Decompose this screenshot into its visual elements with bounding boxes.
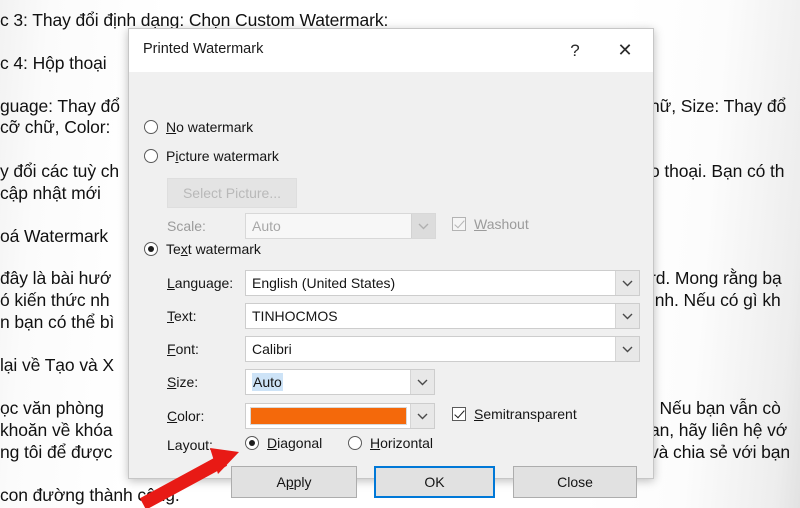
- radio-layout-diagonal-label: Diagonal: [267, 435, 323, 451]
- document-text-line: con đường thành công.: [0, 485, 180, 505]
- radio-layout-diagonal[interactable]: Diagonal: [245, 435, 322, 451]
- font-value[interactable]: Calibri: [246, 337, 615, 361]
- radio-layout-horizontal-mark: [348, 436, 362, 450]
- document-text-line: cỡ chữ, Color:: [0, 117, 111, 137]
- document-text-line: c 4: Hộp thoại: [0, 53, 107, 73]
- document-text-line: an, hãy liên hệ vớ: [650, 420, 788, 440]
- close-icon[interactable]: ✕: [603, 29, 647, 72]
- document-text-line: hữ, Size: Thay đổ: [650, 96, 787, 116]
- document-text-line: ình. Nếu có gì kh: [650, 290, 781, 310]
- chevron-down-icon[interactable]: [615, 304, 639, 328]
- size-value[interactable]: Auto: [246, 370, 410, 394]
- radio-text-watermark-mark: [144, 242, 158, 256]
- text-label: Text:: [167, 308, 197, 324]
- language-combobox[interactable]: English (United States): [245, 270, 640, 296]
- document-text-line: đây là bài hướ: [0, 268, 112, 288]
- radio-no-watermark[interactable]: No watermark: [144, 119, 253, 135]
- scale-combobox: Auto: [245, 213, 436, 239]
- radio-layout-diagonal-mark: [245, 436, 259, 450]
- text-combobox[interactable]: TINHOCMOS: [245, 303, 640, 329]
- document-text-line: rd. Mong rằng bạ: [650, 268, 782, 288]
- document-text-line: ó kiến thức nh: [0, 290, 110, 310]
- document-text-line: . Nếu bạn vẫn cò: [650, 398, 781, 418]
- semitransparent-check-mark: [452, 407, 466, 421]
- dialog-title: Printed Watermark: [143, 41, 264, 57]
- washout-check-mark: [452, 217, 466, 231]
- document-text-line: ng tôi để được: [0, 442, 113, 462]
- document-text-line: và chia sẻ với bạn: [650, 442, 791, 462]
- document-text-line: y đổi các tuỳ ch: [0, 161, 120, 181]
- document-text-line: ọc văn phòng: [0, 398, 104, 418]
- washout-label: Washout: [474, 216, 529, 232]
- radio-no-watermark-mark: [144, 120, 158, 134]
- color-swatch: [250, 407, 407, 425]
- document-text-line: o thoại. Bạn có th: [650, 161, 785, 181]
- radio-picture-watermark[interactable]: Picture watermark: [144, 148, 279, 164]
- close-button-bottom[interactable]: Close: [513, 466, 637, 498]
- color-combobox[interactable]: [245, 403, 435, 429]
- washout-checkbox: Washout: [452, 216, 529, 232]
- chevron-down-icon: [411, 214, 435, 238]
- chevron-down-icon[interactable]: [615, 271, 639, 295]
- radio-layout-horizontal[interactable]: Horizontal: [348, 435, 433, 451]
- radio-picture-watermark-label: Picture watermark: [166, 148, 279, 164]
- document-text-line: cập nhật mới: [0, 183, 101, 203]
- document-text-line: lại về Tạo và X: [0, 355, 114, 375]
- scale-value: Auto: [252, 218, 281, 234]
- language-value: English (United States): [252, 275, 396, 291]
- document-text-line: n bạn có thể bì: [0, 312, 115, 332]
- semitransparent-checkbox[interactable]: Semitransparent: [452, 406, 577, 422]
- chevron-down-icon[interactable]: [410, 404, 434, 428]
- select-picture-button: Select Picture...: [167, 178, 297, 208]
- document-text-line: oá Watermark: [0, 226, 109, 246]
- radio-layout-horizontal-label: Horizontal: [370, 435, 434, 451]
- scale-label: Scale:: [167, 218, 206, 234]
- ok-button[interactable]: OK: [374, 466, 495, 498]
- language-label: Language:: [167, 275, 234, 291]
- semitransparent-label: Semitransparent: [474, 406, 577, 422]
- chevron-down-icon[interactable]: [410, 370, 434, 394]
- dialog-titlebar: Printed Watermark ? ✕: [129, 29, 653, 73]
- document-text-line: guage: Thay đổ: [0, 96, 120, 116]
- dialog-body: No watermark Picture watermark Select Pi…: [129, 73, 653, 498]
- radio-text-watermark[interactable]: Text watermark: [144, 241, 261, 257]
- help-icon[interactable]: ?: [553, 29, 597, 72]
- printed-watermark-dialog: Printed Watermark ? ✕ No watermark Pictu…: [128, 28, 654, 498]
- font-label: Font:: [167, 341, 199, 357]
- size-combobox[interactable]: Auto: [245, 369, 435, 395]
- size-label: Size:: [167, 374, 199, 390]
- document-text-line: khoăn về khóa: [0, 420, 113, 440]
- color-label: Color:: [167, 408, 205, 424]
- chevron-down-icon[interactable]: [615, 337, 639, 361]
- apply-button[interactable]: Ap ply: [231, 466, 357, 498]
- font-combobox[interactable]: Calibri: [245, 336, 640, 362]
- radio-picture-watermark-mark: [144, 149, 158, 163]
- layout-label: Layout:: [167, 437, 213, 453]
- radio-no-watermark-label: No watermark: [166, 119, 254, 135]
- color-swatch-fill: [251, 408, 406, 424]
- text-value[interactable]: TINHOCMOS: [246, 304, 615, 328]
- radio-text-watermark-label: Text watermark: [166, 241, 261, 257]
